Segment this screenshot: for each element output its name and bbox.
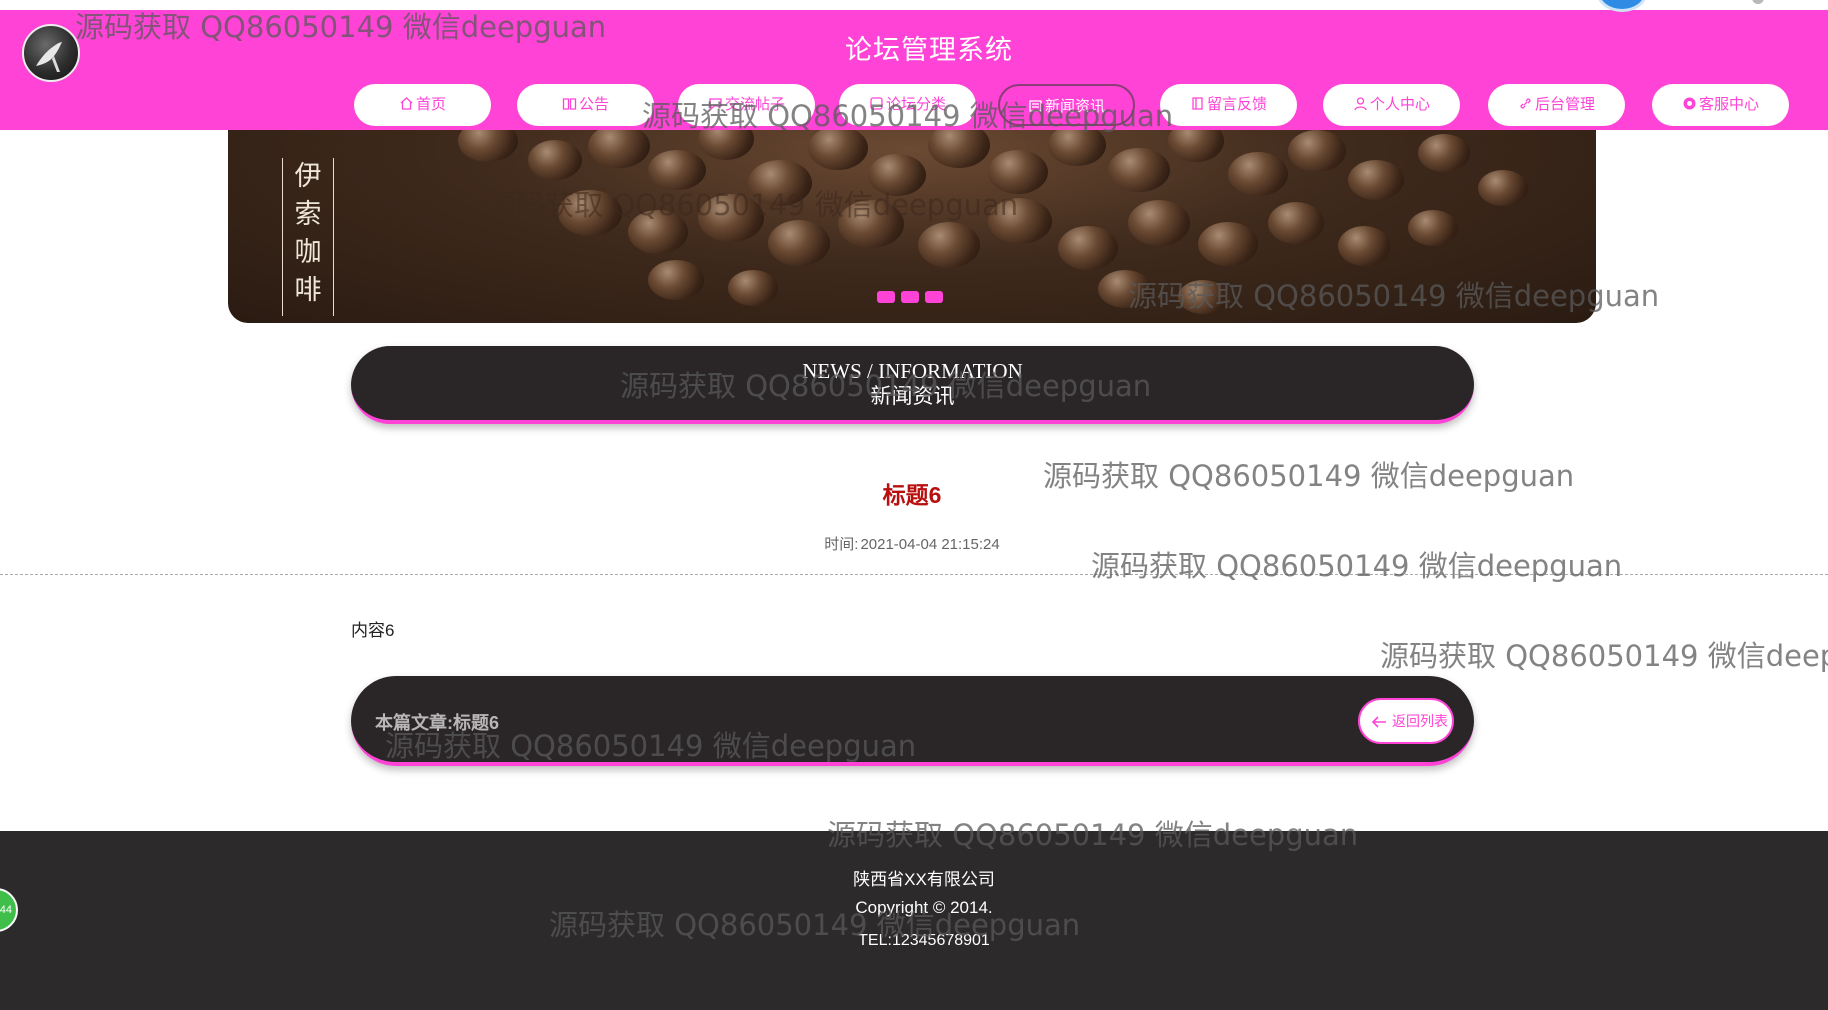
footer-copyright: Copyright © 2014.: [855, 898, 993, 917]
bean-shape: [1478, 170, 1528, 206]
book-icon: [562, 96, 577, 111]
watermark: 源码获取 QQ86050149 微信deepguan: [1380, 639, 1828, 673]
bean-shape: [458, 130, 518, 162]
site-title: 论坛管理系统: [845, 35, 1013, 65]
link-icon: [1518, 96, 1533, 111]
nav-feedback[interactable]: 留言反馈: [1160, 84, 1297, 126]
banner-carousel[interactable]: 伊 索 咖 啡: [228, 130, 1596, 323]
user-icon: [1353, 96, 1368, 111]
bean-shape: [698, 194, 764, 242]
bean-shape: [928, 130, 990, 168]
bean-shape: [648, 260, 704, 300]
bean-shape: [1058, 226, 1118, 270]
article-meta: 时间: 2021-04-04 21:15:24: [0, 533, 1824, 554]
news-icon: [1028, 98, 1043, 113]
header: 论坛管理系统 首页 公告 交流帖子 论坛分类 新闻资讯 留言反馈 个人中心 后台…: [0, 10, 1828, 130]
bean-shape: [588, 130, 650, 168]
chat-icon: [708, 96, 723, 111]
bean-shape: [1418, 134, 1470, 172]
article-nav-bar: 本篇文章:标题6 返回列表: [351, 676, 1474, 766]
nav-admin[interactable]: 后台管理: [1488, 84, 1625, 126]
bean-shape: [728, 270, 778, 306]
nav-support-label: 客服中心: [1698, 96, 1759, 113]
bean-shape: [1048, 130, 1106, 166]
bean-shape: [1108, 148, 1170, 192]
nav-home-label: 首页: [415, 96, 446, 113]
nav-posts-label: 交流帖子: [724, 96, 785, 113]
page: 论坛管理系统 首页 公告 交流帖子 论坛分类 新闻资讯 留言反馈 个人中心 后台…: [0, 0, 1828, 1010]
carousel-dot[interactable]: [877, 291, 895, 303]
footer-company: 陕西省XX有限公司: [853, 870, 995, 889]
article-title: 标题6: [882, 482, 942, 508]
nav-posts[interactable]: 交流帖子: [678, 84, 815, 126]
bean-shape: [988, 150, 1048, 194]
bean-shape: [1098, 270, 1152, 308]
top-strip: [0, 0, 1828, 10]
banner-char: 索: [294, 199, 322, 230]
bean-shape: [1268, 202, 1324, 244]
nav-news-label: 新闻资讯: [1044, 98, 1105, 115]
nav-categories-label: 论坛分类: [885, 96, 946, 113]
nav-admin-label: 后台管理: [1534, 96, 1595, 113]
section-title-zh: 新闻资讯: [870, 384, 955, 408]
bean-shape: [838, 200, 904, 248]
banner-char: 咖: [294, 237, 322, 268]
time-label: 时间:: [824, 536, 859, 553]
bean-shape: [528, 140, 582, 180]
grid-icon: [869, 96, 884, 111]
banner-brand-text: 伊 索 咖 啡: [282, 158, 334, 316]
bean-shape: [918, 222, 980, 268]
banner-char: 伊: [294, 161, 322, 192]
banner-char: 啡: [294, 275, 322, 306]
nav-notice[interactable]: 公告: [517, 84, 654, 126]
bean-shape: [558, 190, 622, 236]
bean-shape: [628, 210, 688, 254]
divider: [0, 574, 1828, 575]
support-icon: [1682, 96, 1697, 111]
bean-shape: [1128, 200, 1190, 246]
carousel-dots: [877, 290, 949, 304]
nav-categories[interactable]: 论坛分类: [839, 84, 976, 126]
time-value: 2021-04-04 21:15:24: [860, 536, 1000, 553]
bean-shape: [698, 130, 754, 160]
back-to-list-label: 返回列表: [1392, 713, 1448, 729]
carousel-dot[interactable]: [901, 291, 919, 303]
bean-shape: [768, 220, 830, 266]
article-content: 内容6: [351, 621, 395, 640]
bean-shape: [648, 150, 706, 190]
bean-shape: [1168, 130, 1224, 162]
bean-shape: [868, 154, 926, 196]
nav-profile[interactable]: 个人中心: [1323, 84, 1460, 126]
section-title-en: NEWS / INFORMATION: [802, 359, 1023, 383]
section-title-bar: NEWS / INFORMATION 新闻资讯: [351, 346, 1474, 424]
back-to-list-button[interactable]: 返回列表: [1358, 698, 1454, 744]
bean-shape: [748, 160, 812, 206]
bean-shape: [1198, 222, 1258, 266]
bean-shape: [1288, 130, 1346, 172]
nav-profile-label: 个人中心: [1369, 96, 1430, 113]
nav-notice-label: 公告: [578, 96, 609, 113]
bean-shape: [1178, 280, 1228, 314]
nav-news[interactable]: 新闻资讯: [998, 84, 1135, 126]
note-icon: [1190, 96, 1205, 111]
carousel-dot[interactable]: [925, 291, 943, 303]
footer-tel: TEL:12345678901: [858, 932, 990, 949]
bean-shape: [808, 130, 868, 170]
nav-home[interactable]: 首页: [354, 84, 491, 126]
home-icon: [399, 96, 414, 111]
nav-support[interactable]: 客服中心: [1652, 84, 1789, 126]
bean-shape: [988, 198, 1052, 244]
bean-shape: [1348, 160, 1404, 200]
nav-feedback-label: 留言反馈: [1206, 96, 1267, 113]
bean-shape: [1228, 152, 1288, 196]
current-article-label: 本篇文章:标题6: [375, 713, 500, 733]
bean-shape: [1338, 226, 1390, 266]
footer: 陕西省XX有限公司 Copyright © 2014. TEL:12345678…: [0, 831, 1828, 1010]
bean-shape: [1408, 210, 1458, 246]
main-nav: 首页 公告 交流帖子 论坛分类 新闻资讯 留言反馈 个人中心 后台管理 客服中心: [0, 84, 1828, 128]
arrow-left-icon: [1370, 703, 1388, 742]
